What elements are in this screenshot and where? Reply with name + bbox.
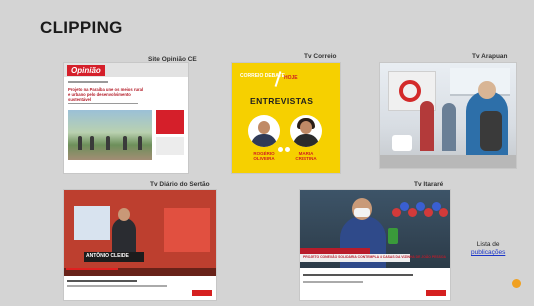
caption-tv-correio: Tv Correio — [304, 53, 337, 60]
guest-2-photo — [290, 115, 322, 147]
backpack — [480, 111, 502, 151]
video-title-line — [303, 274, 413, 276]
guest-head — [118, 208, 130, 221]
publications-list: Lista de publicações — [471, 241, 505, 257]
person — [420, 101, 434, 151]
divider — [68, 81, 108, 83]
orange-dot-icon — [512, 279, 521, 288]
program-heading: ENTREVISTAS — [250, 96, 314, 106]
video-inset — [164, 208, 210, 252]
guest — [112, 218, 136, 252]
video-title-line — [67, 280, 137, 282]
article-headline: Projeto na Paraíba une os meios rural e … — [68, 87, 144, 102]
balloons — [392, 200, 448, 230]
face-mask — [354, 208, 370, 217]
subscribe-button[interactable] — [426, 290, 446, 296]
thumbnail-tv-arapuan[interactable] — [380, 63, 516, 168]
video-meta-line — [67, 285, 167, 287]
chair — [392, 135, 412, 151]
publications-link[interactable]: publicações — [471, 249, 505, 256]
person — [442, 103, 456, 151]
floor — [380, 155, 516, 168]
thumbnail-site-opiniao[interactable]: Opinião Projeto na Paraíba une os meios … — [64, 63, 188, 173]
guest-1-photo — [248, 115, 280, 147]
publications-label: Lista de — [476, 241, 500, 248]
lower-third-name: ANTÔNIO CLEIDE — [86, 253, 129, 259]
microphone-icon — [388, 228, 398, 244]
video-inset — [74, 206, 110, 240]
subscribe-button[interactable] — [192, 290, 212, 296]
opiniao-logo: Opinião — [67, 65, 105, 76]
thumbnail-tv-itarare[interactable]: PROJETO CONEXÃO SOLIDÁRIA CONTEMPLA 4 CA… — [300, 190, 450, 300]
caption-site-opiniao: Site Opinião CE — [148, 56, 197, 63]
sidebar-box — [156, 137, 184, 155]
guest-1-name: ROGÉRIO OLIVEIRA — [253, 151, 275, 161]
divider — [68, 103, 138, 104]
reporter-head — [478, 81, 496, 99]
article-photo — [68, 110, 152, 160]
lower-third-text: PROJETO CONEXÃO SOLIDÁRIA CONTEMPLA 4 CA… — [303, 255, 446, 259]
thumbnail-tv-diario-do-sertao[interactable]: ANTÔNIO CLEIDE — [64, 190, 216, 300]
slide-title: CLIPPING — [40, 18, 123, 37]
caption-tv-arapuan: Tv Arapuan — [472, 53, 508, 60]
caption-tv-itarare: Tv Itararé — [414, 181, 444, 188]
ad-banner — [156, 110, 184, 134]
caption-tv-diario-do-sertao: Tv Diário do Sertão — [150, 181, 210, 188]
thumbnail-tv-correio[interactable]: CORREIO DEBATE HOJE ENTREVISTAS ROGÉRIO … — [232, 63, 340, 173]
slide: CLIPPING Site Opinião CE Opinião Projeto… — [0, 0, 534, 306]
day-label: HOJE — [284, 75, 298, 81]
video-meta-line — [303, 281, 363, 283]
progress-bar[interactable] — [66, 268, 118, 270]
guest-2-name: MARIA CRISTINA — [295, 151, 317, 161]
